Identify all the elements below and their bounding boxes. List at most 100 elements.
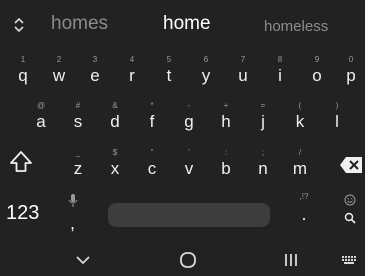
key-hint: & [112, 101, 118, 110]
key-hint: 5 [166, 55, 172, 64]
key-label: d [110, 112, 120, 131]
key-n[interactable]: ; n [245, 148, 281, 188]
key-p[interactable]: 0p [333, 55, 365, 95]
key-label: e [90, 66, 100, 85]
key-h[interactable]: + h [208, 101, 244, 141]
key-label: n [258, 159, 268, 178]
key-b[interactable]: :b [208, 148, 244, 188]
key-label: l [335, 112, 339, 131]
key-label: m [292, 159, 308, 178]
key-label: g [184, 112, 194, 131]
key-l[interactable]: ) l [319, 101, 355, 141]
key-a[interactable]: @ a [23, 101, 59, 141]
shift-icon[interactable] [8, 149, 34, 175]
suggestion-right[interactable]: homeless [264, 15, 328, 39]
key-o[interactable]: 9o [299, 55, 335, 95]
key-hint: ; [261, 148, 265, 157]
chevron-down-icon[interactable] [74, 249, 92, 271]
key-v[interactable]: ' v [171, 148, 207, 188]
key-hint: + [223, 101, 229, 110]
backspace-icon[interactable] [339, 156, 363, 174]
suggestion-center[interactable]: home [163, 12, 211, 36]
key-label: y [201, 66, 211, 85]
key-hint: 1 [20, 55, 26, 64]
key-hint: $ [112, 148, 118, 157]
key-y[interactable]: 6y [188, 55, 224, 95]
key-label: b [221, 159, 231, 178]
period-hint: ,!? [299, 192, 309, 201]
key-label: i [278, 66, 282, 85]
key-j[interactable]: = j [245, 101, 281, 141]
key-label: c [147, 159, 157, 178]
key-hint: ( [298, 101, 302, 110]
key-d[interactable]: & d [97, 101, 133, 141]
key-hint: 6 [203, 55, 209, 64]
key-hint: ' [188, 148, 190, 157]
key-label: q [18, 66, 28, 85]
key-c[interactable]: " c [134, 148, 170, 188]
chevron-up-down-icon[interactable] [11, 17, 27, 33]
key-q[interactable]: 1q [5, 55, 41, 95]
period-key[interactable]: ,!? . [286, 192, 322, 232]
key-hint: ) [335, 101, 339, 110]
key-s[interactable]: # s [60, 101, 96, 141]
key-z[interactable]: _ z [60, 148, 96, 188]
keyboard: homes home homeless 1q 2w 3e 4r 5t 6y 7u… [0, 0, 365, 276]
key-hint: 8 [277, 55, 283, 64]
key-label: a [36, 112, 46, 131]
key-label: u [238, 66, 248, 85]
key-label: v [184, 159, 194, 178]
key-label: w [52, 66, 66, 85]
key-hint: = [260, 101, 266, 110]
key-label: o [312, 66, 322, 85]
keyboard-icon[interactable] [340, 249, 358, 271]
numbers-key[interactable]: 123 [6, 200, 39, 226]
key-label: x [110, 159, 120, 178]
key-hint: 3 [92, 55, 98, 64]
comma-key[interactable]: , [70, 214, 75, 232]
key-r[interactable]: 4r [114, 55, 150, 95]
suggestion-left[interactable]: homes [51, 12, 108, 36]
emoji-icon[interactable] [344, 194, 356, 206]
key-u[interactable]: 7u [225, 55, 261, 95]
key-hint: # [75, 101, 81, 110]
key-label: j [261, 112, 265, 131]
key-label: k [295, 112, 305, 131]
key-hint: 7 [240, 55, 246, 64]
key-m[interactable]: / m [282, 148, 318, 188]
home-circle-icon[interactable] [178, 249, 198, 271]
key-hint: 2 [56, 55, 62, 64]
key-w[interactable]: 2w [41, 55, 77, 95]
space-bar[interactable] [108, 203, 270, 227]
navigation-bar [0, 243, 365, 276]
key-hint: " [150, 148, 154, 157]
microphone-icon [68, 194, 78, 207]
key-hint: : [224, 148, 228, 157]
key-label: p [346, 66, 356, 85]
key-label: f [149, 112, 155, 131]
key-label: z [73, 159, 83, 178]
key-hint: 4 [129, 55, 135, 64]
key-label: t [166, 66, 172, 85]
key-hint: * [150, 101, 154, 110]
key-hint: 0 [348, 55, 354, 64]
key-hint: @ [36, 101, 46, 110]
search-icon[interactable] [344, 212, 356, 224]
key-label: r [129, 66, 135, 85]
key-hint: / [298, 148, 302, 157]
key-hint: 9 [314, 55, 320, 64]
key-f[interactable]: * f [134, 101, 170, 141]
key-i[interactable]: 8i [262, 55, 298, 95]
key-t[interactable]: 5t [151, 55, 187, 95]
key-hint: _ [75, 148, 81, 157]
key-label: s [73, 112, 83, 131]
key-k[interactable]: (k [282, 101, 318, 141]
key-hint: - [187, 101, 191, 110]
period-label: . [301, 204, 307, 224]
key-x[interactable]: $ x [97, 148, 133, 188]
suggestion-bar: homes home homeless [0, 0, 365, 50]
key-g[interactable]: -g [171, 101, 207, 141]
key-label: h [221, 112, 231, 131]
key-e[interactable]: 3e [77, 55, 113, 95]
recents-icon[interactable] [282, 249, 300, 271]
